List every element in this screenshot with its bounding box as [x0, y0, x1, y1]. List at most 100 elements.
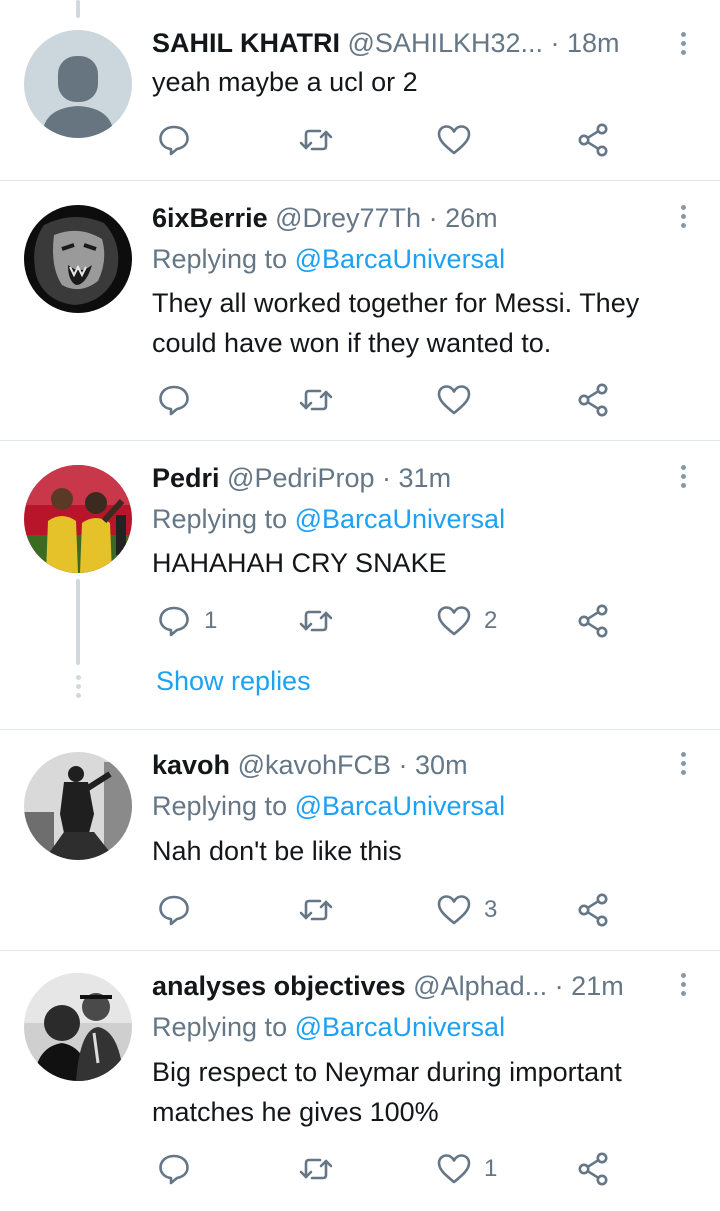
heart-icon: [437, 385, 471, 415]
heart-icon: [437, 1154, 471, 1184]
reply-button[interactable]: 1: [156, 601, 217, 641]
more-options-icon[interactable]: [678, 465, 688, 492]
default-avatar-icon: [24, 30, 132, 138]
display-name[interactable]: analyses objectives: [152, 971, 406, 1001]
reply-icon: [159, 125, 189, 156]
share-icon: [578, 893, 608, 927]
share-button[interactable]: [576, 380, 612, 420]
more-options-icon[interactable]: [678, 205, 688, 232]
reply-icon: [159, 895, 189, 926]
retweet-icon: [299, 129, 333, 151]
like-button[interactable]: 1: [436, 1149, 497, 1189]
action-bar: 3: [152, 890, 632, 930]
share-button[interactable]: [576, 890, 612, 930]
share-icon: [578, 383, 608, 417]
tweet[interactable]: 6ixBerrie @Drey77Th · 26m Replying to @B…: [0, 181, 720, 441]
timestamp[interactable]: 31m: [399, 463, 452, 493]
retweet-button[interactable]: [298, 1149, 346, 1189]
timestamp[interactable]: 21m: [571, 971, 624, 1001]
tweet-text: yeah maybe a ucl or 2: [152, 67, 418, 97]
action-bar: [152, 380, 632, 420]
replying-to: Replying to @BarcaUniversal: [152, 1012, 506, 1042]
user-handle[interactable]: @Alphad...: [413, 971, 547, 1001]
display-name[interactable]: Pedri: [152, 463, 220, 493]
share-button[interactable]: [576, 120, 612, 160]
more-options-icon[interactable]: [678, 32, 688, 59]
user-handle[interactable]: @PedriProp: [227, 463, 374, 493]
footballers-avatar-icon: [24, 465, 132, 573]
replying-to: Replying to @BarcaUniversal: [152, 791, 506, 821]
user-handle[interactable]: @SAHILKH32...: [348, 28, 544, 58]
user-handle[interactable]: @kavohFCB: [238, 750, 391, 780]
retweet-icon: [299, 389, 333, 411]
tweet-text: Big respect to Neymar during important m…: [152, 1057, 622, 1127]
replying-to-link[interactable]: @BarcaUniversal: [295, 244, 505, 274]
show-replies-link[interactable]: Show replies: [156, 666, 311, 697]
more-options-icon[interactable]: [678, 973, 688, 1000]
avatar[interactable]: [24, 752, 132, 860]
display-name[interactable]: kavoh: [152, 750, 230, 780]
reply-button[interactable]: [156, 1149, 204, 1189]
tweet-text: Nah don't be like this: [152, 836, 402, 866]
separator: ·: [421, 203, 446, 233]
tweet[interactable]: kavoh @kavohFCB · 30m Replying to @Barca…: [0, 730, 720, 951]
share-icon: [578, 123, 608, 157]
avatar[interactable]: [24, 465, 132, 573]
retweet-button[interactable]: [298, 601, 346, 641]
more-options-icon[interactable]: [678, 752, 688, 779]
reply-count: 1: [204, 607, 218, 634]
reply-button[interactable]: [156, 890, 204, 930]
share-button[interactable]: [576, 1149, 612, 1189]
like-count: 2: [484, 607, 498, 634]
tweet-text: HAHAHAH CRY SNAKE: [152, 548, 447, 578]
retweet-button[interactable]: [298, 120, 346, 160]
statue-avatar-icon: [24, 752, 132, 860]
tweet-header: Pedri @PedriProp · 31m: [152, 461, 660, 495]
retweet-icon: [299, 1158, 333, 1180]
tweet[interactable]: Pedri @PedriProp · 31m Replying to @Barc…: [0, 441, 720, 730]
action-bar: [152, 120, 632, 160]
timestamp[interactable]: 18m: [567, 28, 620, 58]
heart-icon: [437, 895, 471, 925]
tweet[interactable]: analyses objectives @Alphad... · 21m Rep…: [0, 951, 720, 1211]
timestamp[interactable]: 26m: [445, 203, 498, 233]
tweet-header: analyses objectives @Alphad... · 21m: [152, 969, 660, 1003]
heart-icon: [437, 125, 471, 155]
avatar[interactable]: [24, 973, 132, 1081]
separator: ·: [391, 750, 416, 780]
user-handle[interactable]: @Drey77Th: [275, 203, 421, 233]
like-button[interactable]: 3: [436, 890, 497, 930]
tweet[interactable]: SAHIL KHATRI @SAHILKH32... · 18m yeah ma…: [0, 0, 720, 181]
like-count: 3: [484, 896, 498, 923]
replying-to: Replying to @BarcaUniversal: [152, 504, 506, 534]
thread-dots: [74, 675, 82, 702]
display-name[interactable]: SAHIL KHATRI: [152, 28, 340, 58]
reply-button[interactable]: [156, 380, 204, 420]
avatar[interactable]: [24, 30, 132, 138]
like-button[interactable]: 2: [436, 601, 497, 641]
like-button[interactable]: [436, 120, 484, 160]
reply-icon: [159, 385, 189, 416]
reply-button[interactable]: [156, 120, 204, 160]
heart-icon: [437, 606, 471, 636]
share-icon: [578, 604, 608, 638]
thread-line: [76, 579, 80, 665]
tweet-header: 6ixBerrie @Drey77Th · 26m: [152, 201, 660, 235]
retweet-icon: [299, 899, 333, 921]
display-name[interactable]: 6ixBerrie: [152, 203, 268, 233]
like-button[interactable]: [436, 380, 484, 420]
lion-avatar-icon: [24, 205, 132, 313]
portrait-avatar-icon: [24, 973, 132, 1081]
avatar[interactable]: [24, 205, 132, 313]
replying-to-link[interactable]: @BarcaUniversal: [295, 504, 505, 534]
reply-icon: [159, 606, 189, 637]
reply-icon: [159, 1154, 189, 1185]
retweet-icon: [299, 610, 333, 632]
replying-to-link[interactable]: @BarcaUniversal: [295, 1012, 505, 1042]
replying-to-link[interactable]: @BarcaUniversal: [295, 791, 505, 821]
tweet-text: They all worked together for Messi. They…: [152, 288, 640, 358]
timestamp[interactable]: 30m: [415, 750, 468, 780]
share-button[interactable]: [576, 601, 612, 641]
retweet-button[interactable]: [298, 890, 346, 930]
retweet-button[interactable]: [298, 380, 346, 420]
